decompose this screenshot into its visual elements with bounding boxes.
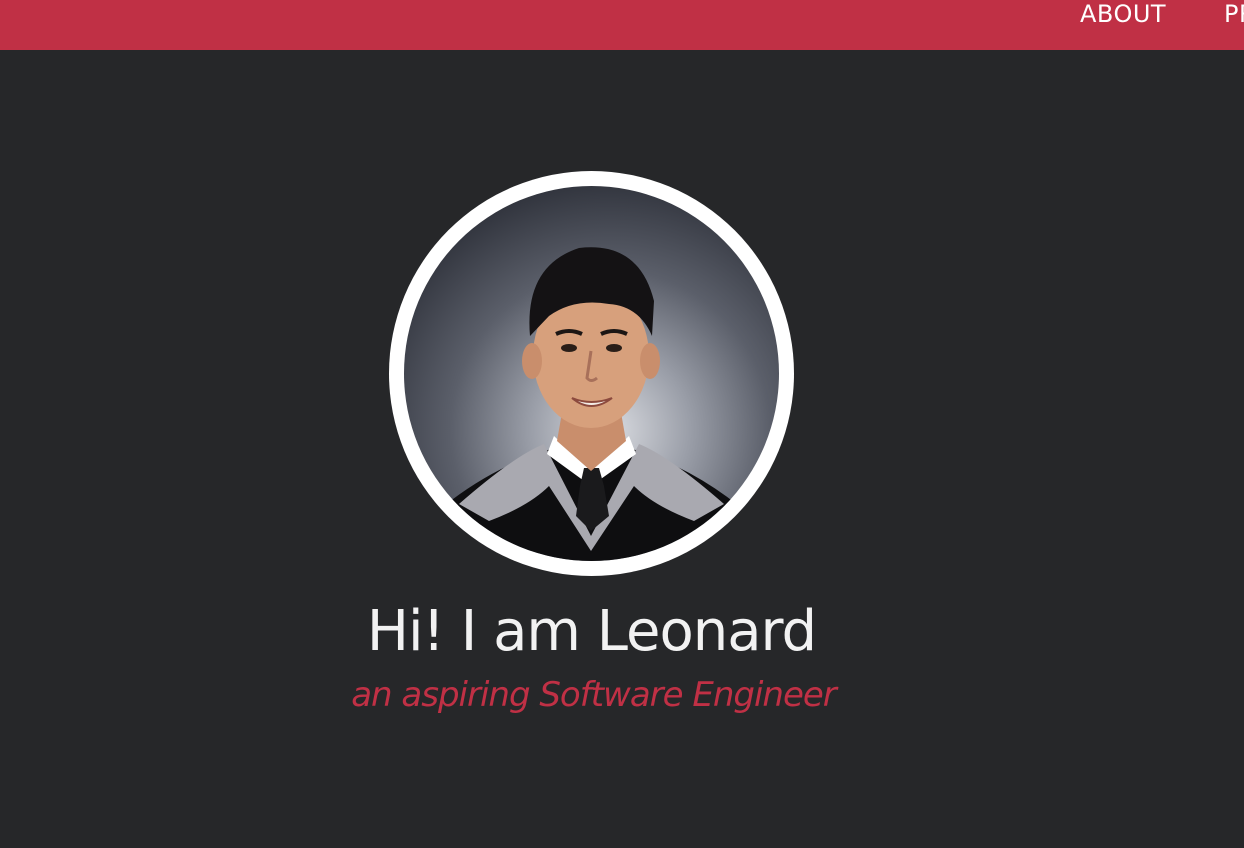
nav-link-projects[interactable]: PROJECTS <box>1224 0 1244 28</box>
hero-section: Hi! I am Leonard an aspiring Software En… <box>0 50 1244 848</box>
top-navbar: ABOUT PROJECTS <box>0 0 1244 50</box>
graduate-portrait-icon <box>424 247 759 561</box>
profile-photo <box>404 186 779 561</box>
hero-greeting: Hi! I am Leonard <box>366 599 817 664</box>
profile-photo-frame <box>389 171 794 576</box>
hero-tagline: an aspiring Software Engineer <box>351 675 837 715</box>
nav-link-about[interactable]: ABOUT <box>1080 0 1166 28</box>
